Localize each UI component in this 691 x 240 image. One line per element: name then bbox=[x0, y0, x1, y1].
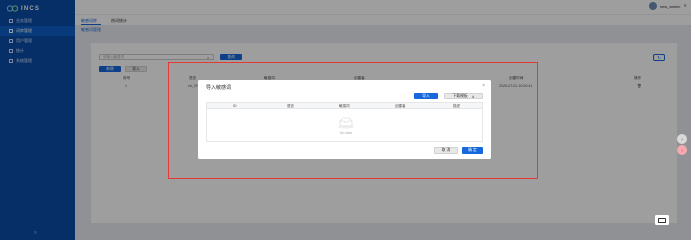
confirm-button[interactable]: 确 定 bbox=[462, 147, 483, 154]
dialog-title: 导入敏感词 bbox=[206, 85, 232, 91]
help-icon[interactable]: ? bbox=[677, 134, 687, 144]
import-dialog: 导入敏感词 × 导入 下载模板 ∧ ID 语言 敏感词 创建者 描述 No da… bbox=[198, 80, 491, 159]
column-header: 敏感词 bbox=[339, 104, 350, 108]
column-header: 语言 bbox=[287, 104, 294, 108]
alert-icon[interactable]: ! bbox=[677, 145, 687, 155]
keyboard-button[interactable] bbox=[655, 215, 669, 225]
dialog-table-header: ID 语言 敏感词 创建者 描述 bbox=[207, 103, 482, 109]
empty-box-icon bbox=[338, 117, 354, 129]
column-header: ID bbox=[233, 104, 237, 108]
close-icon[interactable]: × bbox=[482, 83, 485, 89]
download-template-button[interactable]: 下载模板 ∧ bbox=[444, 93, 483, 99]
column-header: 创建者 bbox=[395, 104, 406, 108]
cancel-button[interactable]: 取 消 bbox=[434, 147, 458, 154]
download-template-label: 下载模板 bbox=[452, 93, 468, 98]
dialog-table: ID 语言 敏感词 创建者 描述 No data bbox=[206, 102, 483, 142]
dialog-import-button[interactable]: 导入 bbox=[414, 93, 438, 99]
keyboard-icon bbox=[658, 217, 666, 223]
empty-text: No data bbox=[340, 131, 352, 135]
column-header: 描述 bbox=[453, 104, 460, 108]
chevron-up-icon: ∧ bbox=[471, 94, 475, 99]
